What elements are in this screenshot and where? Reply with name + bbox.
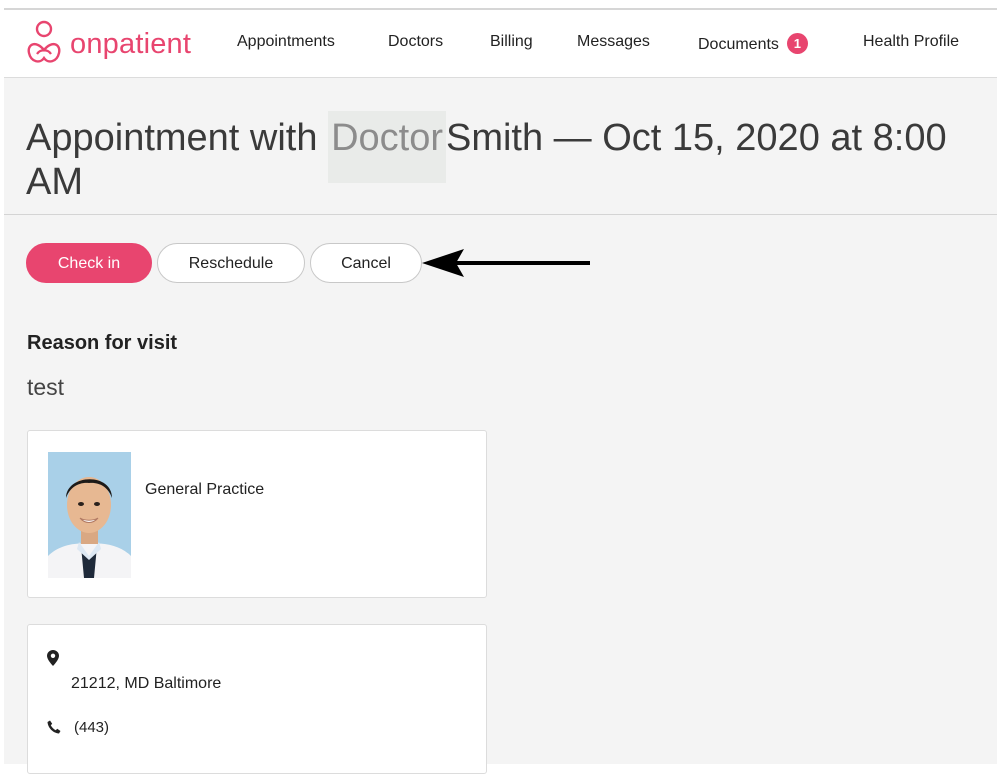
title-doctor-highlight: Doctor <box>328 111 446 183</box>
nav-health-profile[interactable]: Health Profile <box>863 33 959 51</box>
page-title: Appointment with DoctorSmith — Oct 15, 2… <box>26 111 976 204</box>
reason-for-visit-heading: Reason for visit <box>27 332 178 354</box>
app-window: onpatient Appointments Doctors Billing M… <box>4 8 997 774</box>
nav-doctors[interactable]: Doctors <box>388 33 443 51</box>
clinic-address: 21212, MD Baltimore <box>71 675 222 692</box>
doctor-specialty: General Practice <box>145 481 265 498</box>
reschedule-button[interactable]: Reschedule <box>157 243 305 283</box>
nav-documents-label: Documents <box>698 36 779 53</box>
doctor-avatar-icon <box>48 452 131 578</box>
title-prefix: Appointment with <box>26 117 318 159</box>
nav-appointments[interactable]: Appointments <box>237 33 335 51</box>
top-header: onpatient Appointments Doctors Billing M… <box>4 10 997 78</box>
nav-documents[interactable]: Documents 1 <box>698 33 808 54</box>
doctor-photo <box>48 452 131 578</box>
location-card: 21212, MD Baltimore (443) <box>27 624 487 774</box>
clinic-phone[interactable]: (443) <box>74 719 109 736</box>
brand-logo[interactable]: onpatient <box>26 20 191 68</box>
title-divider <box>4 214 997 215</box>
annotation-arrow-icon <box>422 249 590 277</box>
phone-icon <box>47 720 61 734</box>
nav-messages[interactable]: Messages <box>577 33 650 51</box>
onpatient-logo-icon <box>27 20 61 63</box>
reason-for-visit-value: test <box>27 374 65 400</box>
brand-name: onpatient <box>70 27 192 60</box>
main-content: Appointment with DoctorSmith — Oct 15, 2… <box>4 78 997 774</box>
check-in-button[interactable]: Check in <box>26 243 152 283</box>
map-pin-icon <box>47 650 59 666</box>
cancel-button[interactable]: Cancel <box>310 243 422 283</box>
doctor-card[interactable]: General Practice <box>27 430 487 598</box>
nav-billing[interactable]: Billing <box>490 33 533 51</box>
documents-count-badge: 1 <box>786 33 808 54</box>
